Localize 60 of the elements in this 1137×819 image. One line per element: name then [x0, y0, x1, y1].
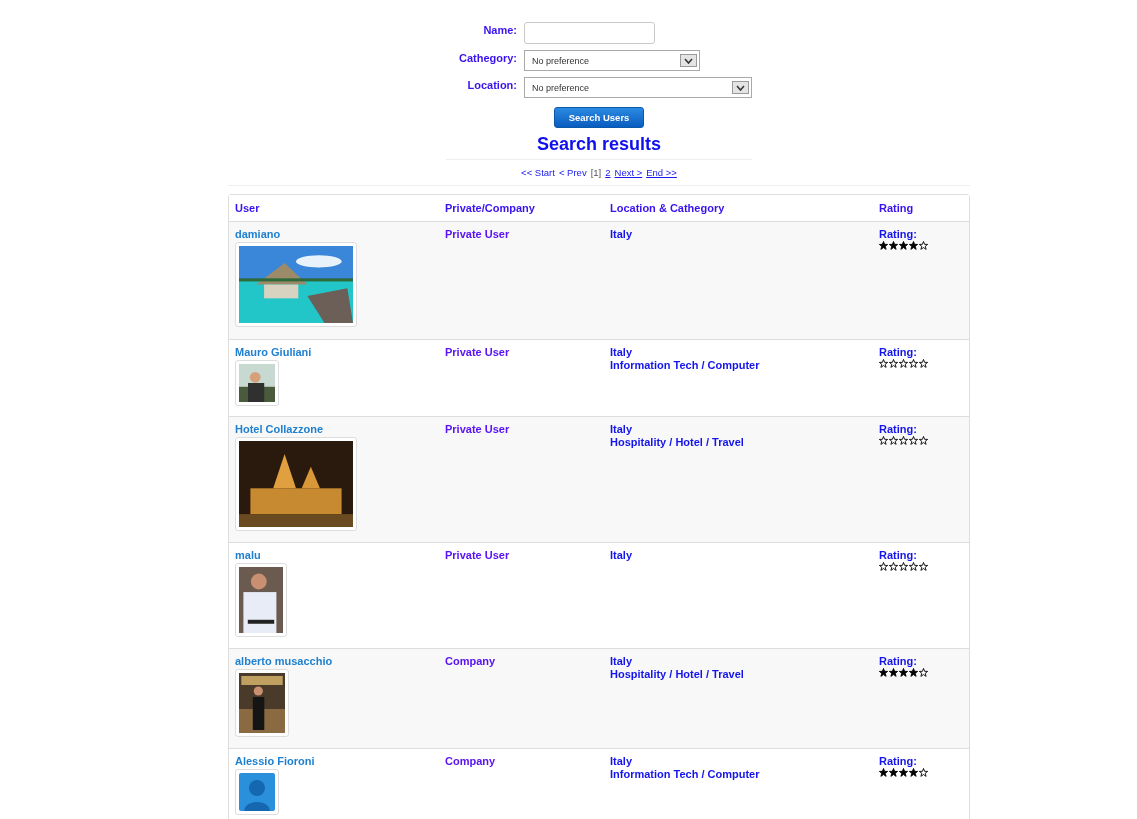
pagination-link[interactable]: Next > — [614, 167, 643, 178]
filled-star-icon — [889, 668, 898, 677]
account-type: Private User — [445, 423, 510, 435]
filled-star-icon — [909, 241, 918, 250]
name-field[interactable] — [524, 22, 655, 44]
account-type: Private User — [445, 549, 510, 561]
caret-icon — [732, 81, 749, 94]
dropdown[interactable]: No preference — [524, 50, 700, 71]
location-text: Italy — [610, 346, 632, 359]
account-type: Private User — [445, 346, 510, 358]
field-label: Cathegory: — [458, 51, 517, 64]
column-header: Private/Company — [445, 201, 536, 215]
account-type: Company — [445, 755, 496, 767]
caret-icon — [680, 54, 697, 67]
category-text: Hospitality / Hotel / Travel — [610, 436, 744, 449]
dropdown[interactable]: No preference — [524, 77, 752, 98]
category-text: Information Tech / Computer — [610, 359, 760, 372]
location-text: Italy — [610, 228, 632, 241]
search-users-button[interactable]: Search Users — [554, 107, 644, 128]
column-header: User — [235, 201, 261, 215]
field-label: Location: — [467, 78, 517, 91]
rating-label: Rating: — [879, 423, 917, 436]
pagination-link[interactable]: < Prev — [558, 167, 587, 178]
filled-star-icon — [899, 768, 908, 777]
filled-star-icon — [879, 768, 888, 777]
user-link[interactable]: damiano — [235, 228, 281, 240]
user-link[interactable]: Mauro Giuliani — [235, 346, 312, 358]
filled-star-icon — [879, 668, 888, 677]
filled-star-icon — [909, 768, 918, 777]
user-link[interactable]: Alessio Fioroni — [235, 755, 315, 767]
column-header: Location & Cathegory — [610, 201, 726, 215]
filled-star-icon — [879, 241, 888, 250]
category-text: Information Tech / Computer — [610, 768, 760, 781]
filled-star-icon — [899, 241, 908, 250]
filled-star-icon — [909, 668, 918, 677]
filled-star-icon — [899, 668, 908, 677]
rating-label: Rating: — [879, 346, 917, 359]
account-type: Company — [445, 655, 496, 667]
results-title: Search results — [446, 134, 752, 160]
rating-label: Rating: — [879, 755, 917, 768]
pagination-link[interactable]: 2 — [605, 167, 611, 178]
pagination-link[interactable]: End >> — [646, 167, 677, 178]
location-text: Italy — [610, 755, 632, 768]
rating-label: Rating: — [879, 655, 917, 668]
current-page: [1] — [590, 167, 602, 178]
user-link[interactable]: Hotel Collazzone — [235, 423, 323, 435]
account-type: Private User — [445, 228, 510, 240]
category-text: Hospitality / Hotel / Travel — [610, 668, 744, 681]
filled-star-icon — [889, 241, 898, 250]
filled-star-icon — [889, 768, 898, 777]
pagination-link[interactable]: << Start — [521, 167, 555, 178]
rating-label: Rating: — [879, 549, 917, 562]
user-link[interactable]: alberto musacchio — [235, 655, 333, 667]
location-text: Italy — [610, 423, 632, 436]
rating-label: Rating: — [879, 228, 917, 241]
field-label: Name: — [483, 23, 517, 36]
column-header: Rating — [879, 201, 915, 215]
user-link[interactable]: malu — [235, 549, 261, 561]
location-text: Italy — [610, 655, 632, 668]
location-text: Italy — [610, 549, 632, 562]
